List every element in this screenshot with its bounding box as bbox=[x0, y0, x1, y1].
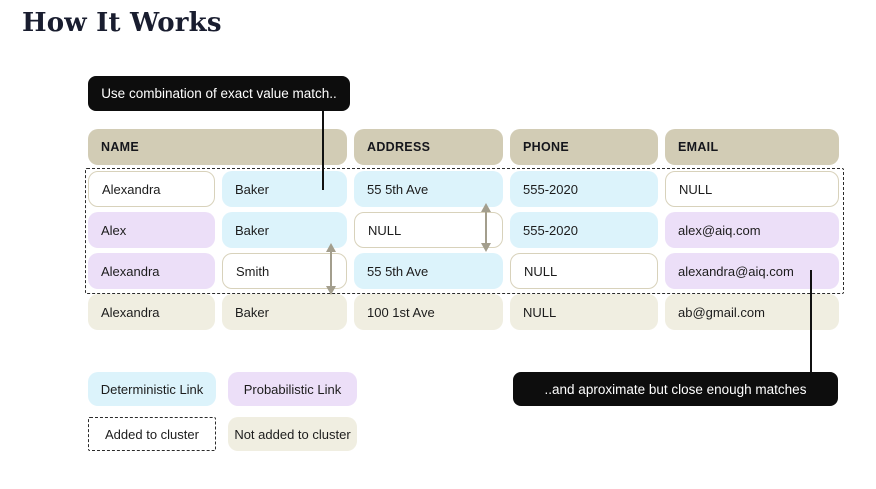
cluster-dashed-outline bbox=[85, 168, 844, 294]
table-cell-phone: NULL bbox=[510, 294, 658, 330]
vertical-double-arrow-icon bbox=[324, 243, 338, 295]
legend-probabilistic-link: Probabilistic Link bbox=[228, 372, 357, 406]
column-header-phone: PHONE bbox=[510, 129, 658, 165]
how-it-works-diagram: How It Works Use combination of exact va… bbox=[0, 0, 876, 489]
page-title: How It Works bbox=[22, 8, 222, 38]
tooltip-exact-match: Use combination of exact value match.. bbox=[88, 76, 350, 111]
table-cell-address: 100 1st Ave bbox=[354, 294, 503, 330]
legend-deterministic-link: Deterministic Link bbox=[88, 372, 216, 406]
table-cell-last-name: Baker bbox=[222, 294, 347, 330]
table-cell-first-name: Alexandra bbox=[88, 294, 215, 330]
connector-line-bottom bbox=[810, 270, 812, 372]
vertical-double-arrow-icon bbox=[479, 203, 493, 252]
column-header-name: NAME bbox=[88, 129, 347, 165]
legend-not-added-to-cluster: Not added to cluster bbox=[228, 417, 357, 451]
column-header-email: EMAIL bbox=[665, 129, 839, 165]
table-cell-email: ab@gmail.com bbox=[665, 294, 839, 330]
column-header-address: ADDRESS bbox=[354, 129, 503, 165]
tooltip-approximate-match: ..and aproximate but close enough matche… bbox=[513, 372, 838, 406]
legend-added-to-cluster: Added to cluster bbox=[88, 417, 216, 451]
connector-line-top bbox=[322, 111, 324, 190]
